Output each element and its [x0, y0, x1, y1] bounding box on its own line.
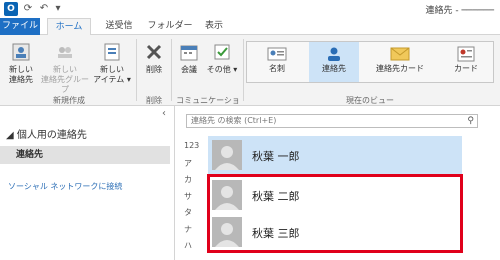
delete-icon	[146, 44, 162, 60]
tab-folder[interactable]: フォルダー	[146, 18, 194, 35]
ribbon-separator	[171, 39, 172, 101]
view-contacts-label: 連絡先	[322, 64, 346, 73]
my-contacts-header[interactable]: ◢ 個人用の連絡先	[6, 126, 87, 141]
view-card-label: カード	[454, 64, 478, 73]
ribbon-tabs: ファイル ホーム 送受信 フォルダー 表示	[0, 18, 500, 36]
delete-button[interactable]: 削除	[140, 41, 168, 75]
tab-send-receive[interactable]: 送受信	[96, 18, 142, 35]
index-item[interactable]: ア	[184, 158, 206, 175]
contact-name: 秋葉 一郎	[252, 150, 300, 163]
ribbon-separator	[136, 39, 137, 101]
meeting-button[interactable]: 会議	[175, 41, 203, 75]
delete-label: 削除	[146, 65, 162, 74]
other-dropdown-icon: ▾	[233, 65, 238, 74]
contacts-view-icon	[328, 47, 340, 61]
new-contact-label: 新しい 連絡先	[9, 65, 33, 84]
view-contact-card[interactable]: 連絡先カード	[363, 42, 437, 82]
other-icon	[214, 44, 230, 60]
ribbon: 新しい 連絡先 新しい 連絡先グループ 新しい アイテム ▾ 新規作成 削除 削…	[0, 35, 500, 116]
meeting-label: 会議	[181, 65, 197, 74]
person-placeholder-icon	[212, 140, 242, 170]
index-item[interactable]: ハ	[184, 240, 206, 257]
index-item[interactable]: タ	[184, 207, 206, 224]
index-item[interactable]: サ	[184, 191, 206, 208]
group-label-current-view: 現在のビュー	[346, 96, 394, 105]
new-group-label: 新しい 連絡先グループ	[41, 65, 89, 94]
search-icon[interactable]: ⚲	[467, 115, 474, 127]
highlight-annotation	[207, 174, 463, 253]
contact-card[interactable]: 秋葉 一郎	[208, 136, 462, 174]
search-placeholder: 連絡先 の検索 (Ctrl+E)	[191, 116, 277, 125]
new-items-label: 新しい アイテム	[93, 65, 125, 84]
new-contact-button[interactable]: 新しい 連絡先	[4, 41, 38, 85]
view-card[interactable]: カード	[441, 42, 491, 82]
new-items-dropdown-icon: ▾	[126, 75, 131, 84]
contacts-list-pane: 連絡先 の検索 (Ctrl+E) ⚲ 123 ア カ サ タ ナ ハ 秋葉 一郎	[176, 106, 500, 260]
other-label: その他	[206, 65, 231, 74]
current-view-gallery: 名刺 連絡先 連絡先カード カード	[246, 41, 494, 83]
ribbon-separator	[243, 39, 244, 101]
index-item[interactable]: 123	[184, 141, 206, 158]
undo-icon[interactable]: ↶	[38, 3, 50, 15]
folder-pane: ‹ ◢ 個人用の連絡先 連絡先 ソーシャル ネットワークに接続	[0, 106, 175, 260]
quick-access-dropdown-icon[interactable]: ▾	[52, 3, 64, 15]
view-contacts[interactable]: 連絡先	[309, 42, 359, 82]
folder-contacts[interactable]: 連絡先	[0, 146, 170, 164]
window-title: 連絡先 - ──────	[425, 6, 494, 16]
other-button[interactable]: その他 ▾	[205, 41, 239, 75]
title-bar: O ⟳ ↶ ▾ 連絡先 - ──────	[0, 0, 500, 18]
contact-card-icon	[390, 47, 410, 61]
view-business-card-label: 名刺	[269, 64, 285, 73]
tab-view[interactable]: 表示	[196, 18, 232, 35]
tab-file[interactable]: ファイル	[0, 18, 40, 35]
new-items-icon	[104, 43, 120, 61]
collapse-pane-icon[interactable]: ‹	[162, 108, 166, 119]
new-contact-icon	[12, 43, 30, 61]
send-receive-icon[interactable]: ⟳	[22, 3, 34, 15]
outlook-icon[interactable]: O	[4, 2, 18, 16]
index-item[interactable]: カ	[184, 174, 206, 191]
group-label-new: 新規作成	[53, 96, 85, 105]
alphabet-index: 123 ア カ サ タ ナ ハ	[184, 141, 206, 257]
new-group-icon	[58, 47, 72, 58]
search-input[interactable]: 連絡先 の検索 (Ctrl+E) ⚲	[186, 114, 478, 128]
view-contact-card-label: 連絡先カード	[376, 64, 424, 73]
card-icon	[457, 46, 475, 62]
group-label-delete: 削除	[146, 96, 162, 105]
connect-social-network-link[interactable]: ソーシャル ネットワークに接続	[8, 181, 122, 192]
tab-home[interactable]: ホーム	[47, 18, 91, 36]
meeting-icon	[180, 45, 198, 61]
index-item[interactable]: ナ	[184, 224, 206, 241]
new-items-button[interactable]: 新しい アイテム ▾	[92, 41, 132, 85]
view-business-card[interactable]: 名刺	[247, 42, 307, 82]
avatar	[212, 140, 242, 170]
new-contact-group-button[interactable]: 新しい 連絡先グループ	[40, 41, 90, 95]
business-card-icon	[267, 47, 287, 61]
